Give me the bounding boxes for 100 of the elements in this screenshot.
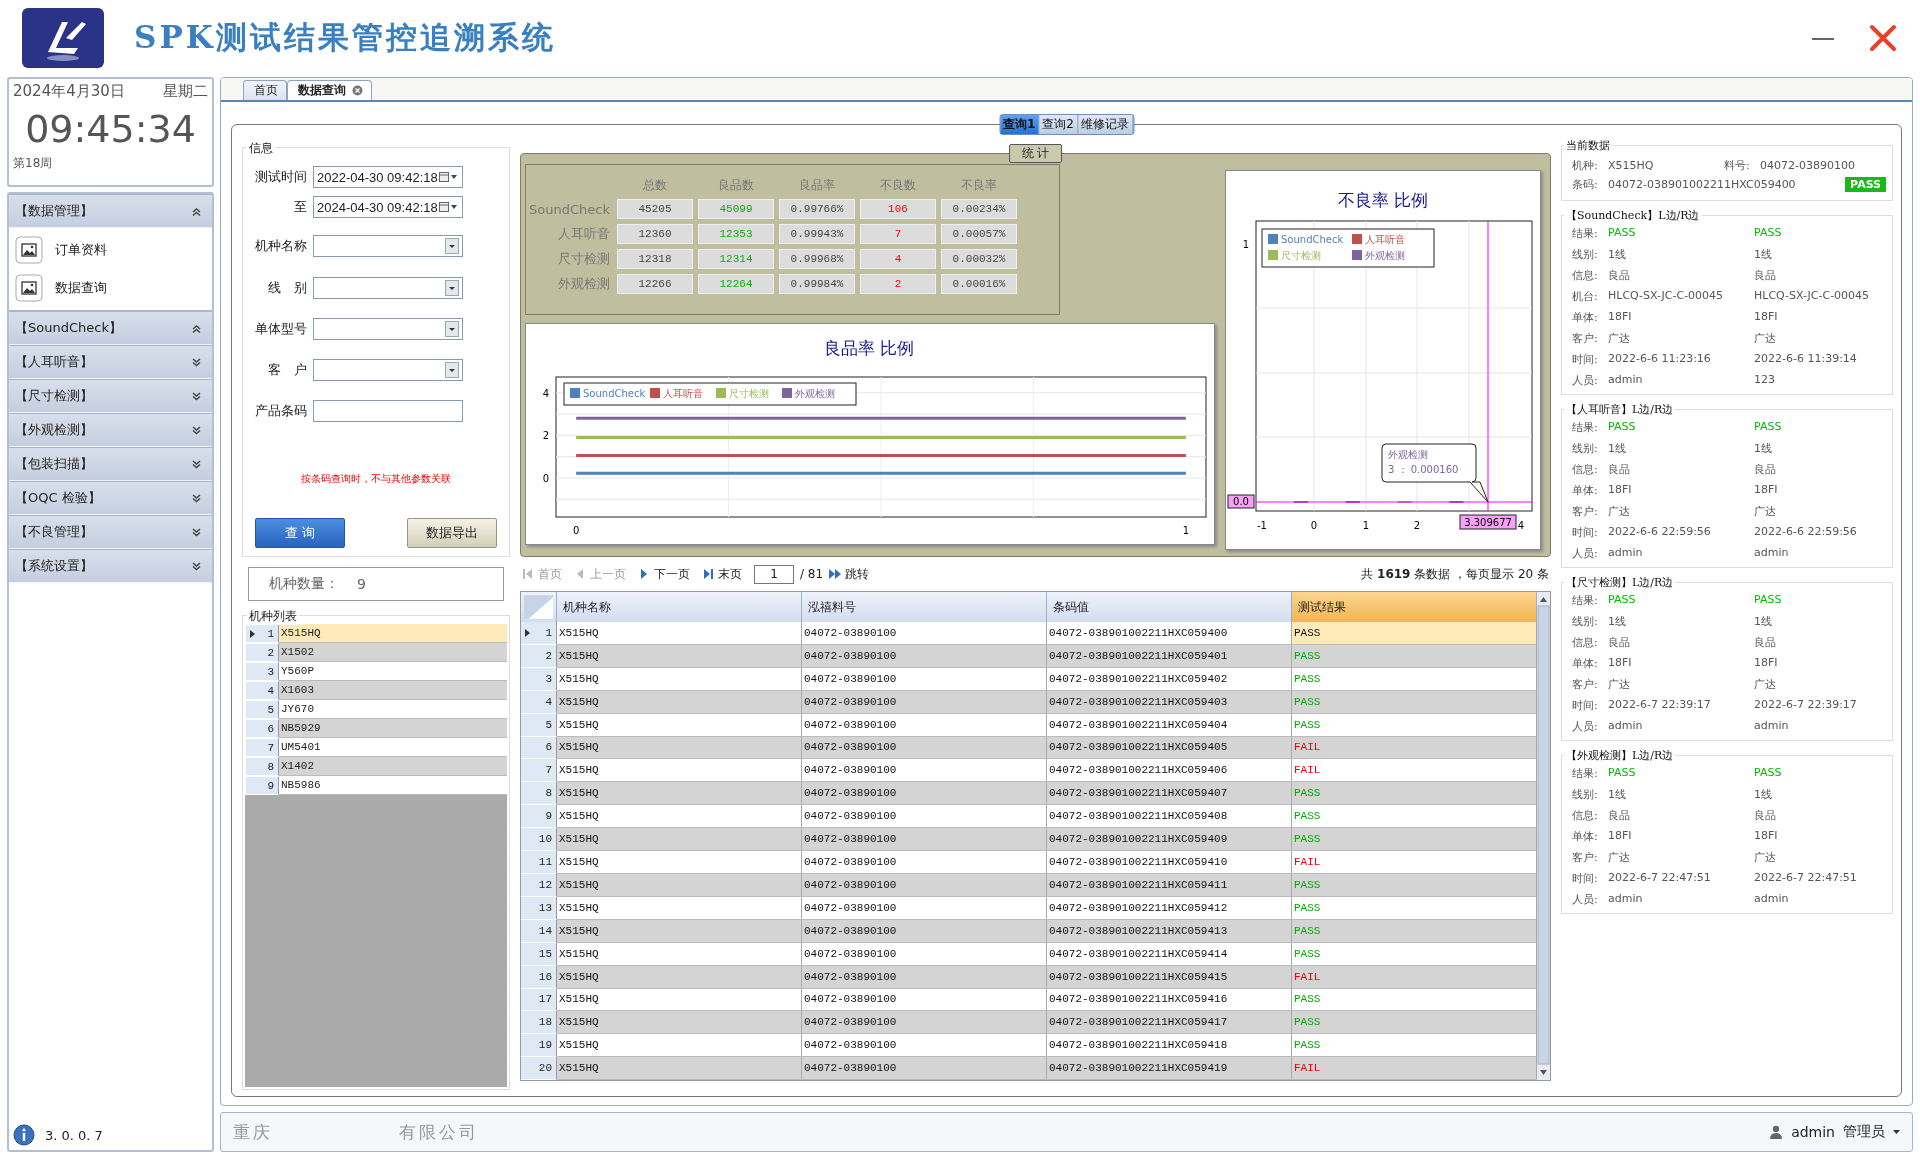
- nav-header[interactable]: 【不良管理】: [9, 515, 212, 549]
- field-value: 良品: [1754, 268, 1777, 283]
- dropdown-field[interactable]: [313, 277, 463, 299]
- calendar-icon[interactable]: [439, 172, 459, 182]
- table-cell: 04072-038901002211HXC059408: [1047, 805, 1292, 829]
- table-cell: 12264: [698, 274, 774, 294]
- column-header[interactable]: 机种名称: [557, 592, 802, 623]
- list-item[interactable]: NB5929: [279, 719, 507, 738]
- result-cell: PASS: [1292, 919, 1537, 943]
- nav-label: 【尺寸检测】: [15, 387, 93, 405]
- dropdown-caret-icon[interactable]: [445, 280, 459, 296]
- table-cell: 45205: [617, 199, 693, 219]
- nav-item[interactable]: 数据查询: [9, 269, 212, 307]
- nav-header[interactable]: 【系统设置】: [9, 549, 212, 583]
- field-value: 广达: [1754, 850, 1777, 865]
- dropdown-caret-icon[interactable]: [445, 321, 459, 337]
- date-field[interactable]: 2022-04-30 09:42:18: [313, 166, 463, 188]
- row-index: 18: [521, 1011, 557, 1035]
- dropdown-field[interactable]: [313, 318, 463, 340]
- nav-header[interactable]: 【数据管理】: [9, 194, 212, 228]
- table-cell: 2: [860, 274, 936, 294]
- list-item[interactable]: UM5401: [279, 738, 507, 757]
- dropdown-caret-icon[interactable]: [445, 238, 459, 254]
- result-cell: FAIL: [1292, 759, 1537, 783]
- result-cell: FAIL: [1292, 965, 1537, 989]
- pager-button[interactable]: 下一页: [638, 565, 690, 583]
- table-cell: 04072-038901002211HXC059415: [1047, 965, 1292, 989]
- dropdown-field[interactable]: [313, 235, 463, 257]
- legend-label: 人耳听音: [663, 388, 703, 399]
- scrollbar[interactable]: [1537, 592, 1550, 1080]
- field-label: 人员:: [1572, 373, 1599, 388]
- table-cell: 04072-03890100: [802, 736, 1047, 760]
- query-button[interactable]: 查 询: [255, 518, 345, 548]
- date-field[interactable]: 2024-04-30 09:42:18: [313, 196, 463, 218]
- tab[interactable]: 查询1: [1000, 115, 1040, 134]
- field-value: 18FI: [1608, 656, 1633, 671]
- pager-button[interactable]: 末页: [702, 565, 742, 583]
- jump-button[interactable]: 跳转: [829, 565, 870, 583]
- nav-header[interactable]: 【OQC 检验】: [9, 481, 212, 515]
- nav-header[interactable]: 【外观检测】: [9, 413, 212, 447]
- list-item[interactable]: X1603: [279, 681, 507, 700]
- table-cell: X515HQ: [557, 622, 802, 645]
- crosshair-label: 0.0: [1227, 494, 1255, 509]
- field-value: 2022-6-6 22:59:56: [1754, 525, 1858, 540]
- hint-text: 按条码查询时，不与其他参数关联: [300, 472, 452, 486]
- field-value: PASS: [1754, 420, 1783, 435]
- dropdown-caret-icon[interactable]: [445, 362, 459, 378]
- user-role[interactable]: 管理员: [1843, 1123, 1885, 1141]
- list-item[interactable]: X1402: [279, 757, 507, 776]
- field-label: 线别:: [1572, 247, 1599, 262]
- tab[interactable]: 查询2: [1039, 115, 1078, 134]
- list-item[interactable]: Y560P: [279, 662, 507, 681]
- calendar-icon[interactable]: [439, 202, 459, 212]
- column-header[interactable]: 条码值: [1047, 592, 1292, 623]
- field-value: PASS: [1608, 226, 1637, 241]
- close-icon[interactable]: [1868, 22, 1898, 53]
- axis-tick-label: -1: [1257, 520, 1267, 531]
- export-button[interactable]: 数据导出: [407, 518, 497, 548]
- result-cell: PASS: [1292, 896, 1537, 920]
- nav-header[interactable]: 【尺寸检测】: [9, 379, 212, 413]
- result-cell: PASS: [1292, 622, 1537, 645]
- field-value: 良品: [1608, 462, 1631, 477]
- list-item[interactable]: JY670: [279, 700, 507, 719]
- nav-item[interactable]: 订单资料: [9, 231, 212, 269]
- tab[interactable]: 维修记录: [1078, 115, 1133, 134]
- caret-icon[interactable]: [1893, 1129, 1900, 1135]
- row-index: 11: [521, 851, 557, 874]
- nav-header[interactable]: 【SoundCheck】: [9, 311, 212, 345]
- barcode-field[interactable]: [313, 400, 463, 422]
- document-tab[interactable]: 首页: [243, 80, 287, 100]
- skip-arrow-icon: [522, 568, 534, 580]
- column-header[interactable]: 测试结果: [1292, 592, 1537, 623]
- close-icon[interactable]: [352, 85, 363, 96]
- document-tab[interactable]: 数据查询: [287, 80, 372, 100]
- table-cell: 12360: [617, 224, 693, 244]
- dropdown-field[interactable]: [313, 359, 463, 381]
- page-field[interactable]: 1: [754, 564, 794, 584]
- field-label: 客户:: [1572, 504, 1599, 519]
- app-title: SPK测试结果管控追溯系统: [134, 17, 556, 57]
- field-label: 单体:: [1572, 310, 1599, 325]
- nav-header[interactable]: 【人耳听音】: [9, 345, 212, 379]
- table-cell: 04072-03890100: [802, 942, 1047, 966]
- field-label: 结果:: [1572, 226, 1599, 241]
- table-cell: 04072-03890100: [802, 622, 1047, 645]
- list-item[interactable]: NB5986: [279, 776, 507, 795]
- row-index: 6: [521, 736, 557, 760]
- list-item[interactable]: X1502: [279, 643, 507, 662]
- version-text: 3. 0. 0. 7: [45, 1127, 103, 1143]
- table-cell: 04072-038901002211HXC059404: [1047, 713, 1292, 737]
- field-value: 广达: [1608, 677, 1631, 692]
- table-cell: 04072-038901002211HXC059412: [1047, 896, 1292, 920]
- row-label: 外观检测: [557, 275, 611, 293]
- field-value: 2022-6-6 22:59:56: [1608, 525, 1712, 540]
- table-cell: 0.99943%: [779, 224, 855, 244]
- list-item[interactable]: X515HQ: [279, 624, 507, 643]
- column-header[interactable]: 泓禧料号: [802, 592, 1047, 623]
- table-cell: 04072-03890100: [802, 919, 1047, 943]
- row-index: 1: [521, 622, 557, 645]
- table-cell: X515HQ: [557, 759, 802, 783]
- nav-header[interactable]: 【包装扫描】: [9, 447, 212, 481]
